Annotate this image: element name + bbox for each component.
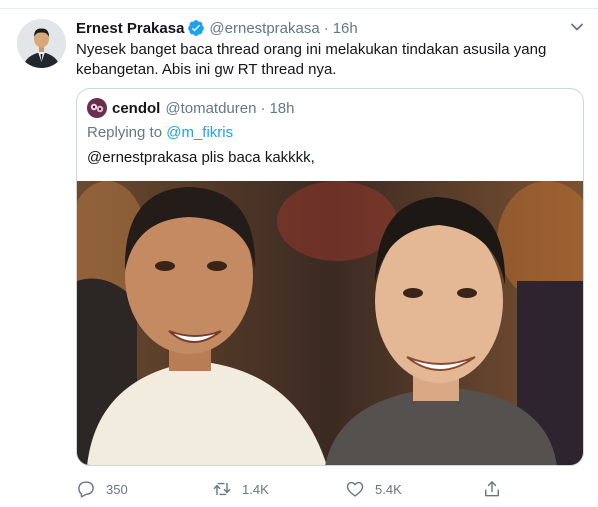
- replying-to-link[interactable]: @m_fikris: [166, 124, 233, 141]
- reply-count: 350: [106, 481, 128, 497]
- replying-to-prefix: Replying to: [87, 124, 167, 141]
- quoted-author-name: cendol: [112, 99, 161, 117]
- like-count: 5.4K: [375, 481, 402, 497]
- tweet-timestamp[interactable]: 16h: [333, 20, 358, 37]
- retweet-count: 1.4K: [242, 481, 269, 497]
- quoted-author-handle: @tomatduren: [165, 99, 257, 117]
- reply-icon: [78, 481, 94, 498]
- separator-dot: ·: [260, 99, 266, 117]
- author-handle[interactable]: @ernestprakasa: [209, 20, 319, 37]
- quoted-tweet-timestamp: 18h: [269, 99, 295, 117]
- share-action[interactable]: [482, 478, 512, 500]
- top-divider: [0, 0, 598, 9]
- quoted-tweet-header: cendol @tomatduren · 18h: [87, 98, 294, 118]
- chevron-down-icon[interactable]: [568, 18, 586, 36]
- tweet-text: Nyesek banget baca thread orang ini mela…: [76, 41, 547, 78]
- author-avatar[interactable]: [17, 19, 66, 68]
- retweet-action[interactable]: 1.4K: [212, 478, 269, 500]
- verified-badge-icon: [187, 19, 205, 37]
- quoted-tweet-text: @ernestprakasa plis baca kakkkk,: [87, 149, 315, 166]
- quoted-author-avatar: [87, 98, 107, 118]
- retweet-icon: [213, 482, 231, 496]
- author-name[interactable]: Ernest Prakasa: [76, 20, 184, 37]
- quoted-tweet-photo[interactable]: [77, 181, 583, 465]
- tweet-actions: 350 1.4K 5.4K: [76, 478, 506, 500]
- quoted-tweet-card[interactable]: cendol @tomatduren · 18h Replying to @m_…: [76, 88, 584, 466]
- heart-icon: [346, 481, 364, 497]
- separator-dot: ·: [323, 19, 329, 37]
- replying-to-line: Replying to @m_fikris: [87, 124, 233, 141]
- tweet-header: Ernest Prakasa @ernestprakasa · 16h: [76, 18, 358, 38]
- reply-action[interactable]: 350: [76, 478, 128, 500]
- share-icon: [485, 481, 499, 497]
- like-action[interactable]: 5.4K: [345, 478, 402, 500]
